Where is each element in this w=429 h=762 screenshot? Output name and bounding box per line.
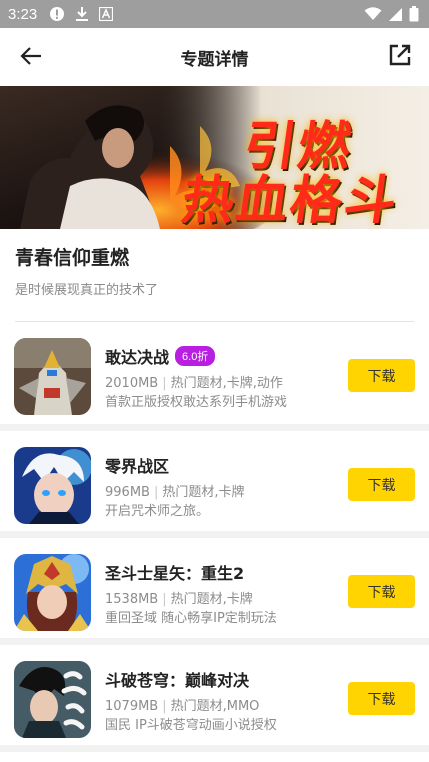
topic-header: 青春信仰重燃 是时候展现真正的技术了	[0, 229, 429, 322]
app-size: 996MB	[105, 485, 150, 500]
banner-headline: 引燃 热血格斗	[178, 96, 423, 229]
app-description: 开启咒术师之旅。	[105, 504, 210, 519]
arrow-back-icon	[20, 46, 42, 70]
meta-separator: |	[162, 592, 167, 607]
meta-separator: |	[162, 699, 167, 714]
app-icon-jujutsu	[14, 447, 91, 524]
app-bar: 专题详情	[0, 28, 429, 86]
wifi-icon	[364, 7, 382, 21]
banner-headline-line2: 热血格斗	[178, 170, 403, 229]
app-tags: 热门题材,卡牌,动作	[170, 376, 283, 391]
app-list: 敢达决战 6.0折 2010MB | 热门题材,卡牌,动作 首款正版授权敢达系列手机…	[0, 322, 429, 752]
app-meta: 2010MB | 热门题材,卡牌,动作	[105, 372, 283, 391]
app-name: 圣斗士星矢：重生2	[105, 564, 245, 583]
app-name: 敢达决战	[105, 348, 170, 367]
share-button[interactable]	[387, 44, 413, 70]
back-button[interactable]	[18, 45, 44, 71]
status-left-icons	[49, 6, 114, 22]
download-icon	[75, 6, 89, 22]
battery-icon	[409, 6, 419, 22]
app-description: 重回圣域 随心畅享IP定制玩法	[105, 611, 277, 626]
app-list-item[interactable]: 敢达决战 6.0折 2010MB | 热门题材,卡牌,动作 首款正版授权敢达系列手机…	[0, 322, 429, 431]
download-button[interactable]: 下载	[348, 468, 415, 501]
font-a-icon	[99, 7, 114, 21]
topic-banner[interactable]: 引燃 热血格斗	[0, 86, 429, 229]
status-bar: 3:23	[0, 0, 429, 28]
app-icon-gundam	[14, 338, 91, 415]
discount-badge: 6.0折	[175, 346, 216, 366]
page-title: 专题详情	[180, 49, 249, 70]
app-icon-doupo	[14, 661, 91, 738]
app-tags: 热门题材,卡牌	[162, 485, 245, 500]
app-list-item[interactable]: 斗破苍穹：巅峰对决 1079MB | 热门题材,MMO 国民 IP斗破苍穹动画小说授…	[0, 645, 429, 752]
app-icon-saint-seiya	[14, 554, 91, 631]
topic-title: 青春信仰重燃	[15, 247, 130, 269]
status-time: 3:23	[8, 5, 38, 23]
app-tags: 热门题材,MMO	[170, 699, 260, 714]
app-size: 2010MB	[105, 376, 159, 391]
app-size: 1079MB	[105, 699, 159, 714]
app-size: 1538MB	[105, 592, 159, 607]
download-button[interactable]: 下载	[348, 359, 415, 392]
download-button[interactable]: 下载	[348, 575, 415, 608]
app-name: 零界战区	[105, 457, 170, 476]
meta-separator: |	[162, 376, 167, 391]
alert-circle-icon	[49, 6, 65, 22]
app-meta: 996MB | 热门题材,卡牌	[105, 481, 244, 500]
app-tags: 热门题材,卡牌	[170, 592, 253, 607]
topic-description: 是时候展现真正的技术了	[15, 283, 159, 298]
signal-icon	[388, 7, 403, 22]
app-meta: 1079MB | 热门题材,MMO	[105, 695, 259, 714]
app-description: 首款正版授权敢达系列手机游戏	[105, 395, 288, 410]
app-meta: 1538MB | 热门题材,卡牌	[105, 588, 253, 607]
status-right-icons	[364, 6, 419, 22]
app-list-item[interactable]: 零界战区 996MB | 热门题材,卡牌 开启咒术师之旅。 下载	[0, 431, 429, 538]
meta-separator: |	[153, 485, 159, 500]
open-external-icon	[388, 43, 412, 71]
app-name: 斗破苍穹：巅峰对决	[105, 671, 250, 690]
app-description: 国民 IP斗破苍穹动画小说授权	[105, 718, 277, 733]
download-button[interactable]: 下载	[348, 682, 415, 715]
app-list-item[interactable]: 圣斗士星矢：重生2 1538MB | 热门题材,卡牌 重回圣域 随心畅享IP定制玩法…	[0, 538, 429, 645]
